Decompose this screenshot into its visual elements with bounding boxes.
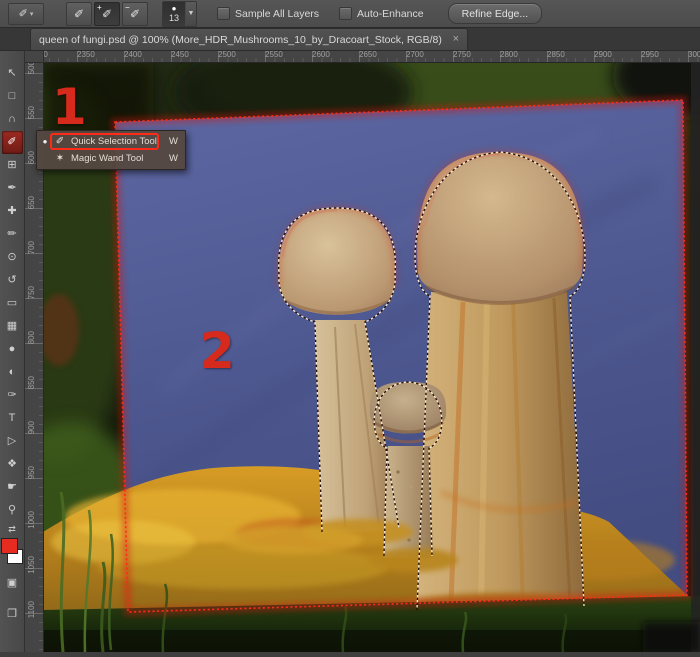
ruler-label: 2700 bbox=[406, 50, 424, 59]
gradient-tool[interactable]: ▦ bbox=[2, 315, 23, 338]
brush-icon: ✐ bbox=[74, 7, 84, 21]
ruler-label: 2750 bbox=[453, 50, 471, 59]
menu-item-shortcut: W bbox=[169, 136, 178, 147]
brush-size-picker[interactable]: ● 13 ▼ bbox=[162, 1, 197, 27]
document-tab-bar: queen of fungi.psd @ 100% (More_HDR_Mush… bbox=[0, 28, 700, 51]
eyedropper-tool[interactable]: ✒ bbox=[2, 177, 23, 200]
clone-stamp-tool[interactable]: ⊙ bbox=[2, 246, 23, 269]
ruler-label: 2800 bbox=[500, 50, 518, 59]
mode-badge: + bbox=[97, 3, 102, 12]
auto-enhance-checkbox[interactable] bbox=[339, 7, 352, 20]
document-title: queen of fungi.psd @ 100% (More_HDR_Mush… bbox=[39, 34, 445, 46]
mushroom-right bbox=[416, 152, 585, 612]
ruler-label: 2900 bbox=[594, 50, 612, 59]
path-selection-tool[interactable]: ▷ bbox=[2, 430, 23, 453]
ruler-label: 600 bbox=[27, 151, 36, 164]
ruler-label: 2550 bbox=[265, 50, 283, 59]
ruler-label: 2950 bbox=[641, 50, 659, 59]
ruler-label: 700 bbox=[27, 241, 36, 254]
tool-flyout-menu: ● ✐ Quick Selection Tool W ✶ Magic Wand … bbox=[36, 130, 186, 170]
rectangular-marquee-tool[interactable]: □ bbox=[2, 85, 23, 108]
menu-item-label: Quick Selection Tool bbox=[71, 136, 165, 147]
subtract-from-selection-button[interactable]: ✐ − bbox=[122, 2, 148, 26]
ruler-label: 2650 bbox=[359, 50, 377, 59]
ruler-label: 750 bbox=[27, 286, 36, 299]
chevron-down-icon: ▾ bbox=[30, 10, 34, 18]
menu-item-magic-wand-tool[interactable]: ✶ Magic Wand Tool W bbox=[37, 150, 185, 167]
menu-item-label: Magic Wand Tool bbox=[71, 153, 165, 164]
quick-selection-tool[interactable]: ✐ bbox=[2, 131, 23, 154]
zoom-tool[interactable]: ⚲ bbox=[2, 499, 23, 522]
horizontal-ruler[interactable]: 2300235024002450250025502600265027002750… bbox=[25, 50, 700, 63]
color-swatches bbox=[1, 538, 23, 564]
brush-dropdown-arrow-icon: ▼ bbox=[185, 2, 196, 26]
custom-shape-tool[interactable]: ❖ bbox=[2, 453, 23, 476]
brush-minus-icon: ✐ bbox=[130, 7, 140, 21]
auto-enhance-label: Auto-Enhance bbox=[357, 8, 424, 20]
sample-all-layers-label: Sample All Layers bbox=[235, 8, 319, 20]
annotation-step-2: 2 bbox=[200, 326, 235, 376]
ruler-label: 550 bbox=[27, 106, 36, 119]
mode-badge: − bbox=[125, 3, 130, 12]
refine-edge-button[interactable]: Refine Edge... bbox=[448, 3, 543, 24]
ruler-label: 2850 bbox=[547, 50, 565, 59]
blur-tool[interactable]: ● bbox=[2, 338, 23, 361]
add-to-selection-button[interactable]: ✐ + bbox=[94, 2, 120, 26]
selected-bullet-icon: ● bbox=[41, 137, 49, 146]
tool-preset-picker[interactable]: ✐ ▾ bbox=[8, 3, 44, 25]
ruler-label: 950 bbox=[27, 466, 36, 479]
ruler-label: 850 bbox=[27, 376, 36, 389]
ruler-label: 500 bbox=[27, 62, 36, 74]
crop-tool[interactable]: ⊞ bbox=[2, 154, 23, 177]
spot-healing-brush-tool[interactable]: ✚ bbox=[2, 200, 23, 223]
screen-mode-button[interactable]: ❐ bbox=[2, 603, 23, 626]
eraser-tool[interactable]: ▭ bbox=[2, 292, 23, 315]
menu-item-shortcut: W bbox=[169, 153, 178, 164]
new-selection-button[interactable]: ✐ bbox=[66, 2, 92, 26]
ruler-label: 2400 bbox=[124, 50, 142, 59]
sample-all-layers-checkbox[interactable] bbox=[217, 7, 230, 20]
ruler-label: 2600 bbox=[312, 50, 330, 59]
ruler-label: 650 bbox=[27, 196, 36, 209]
ruler-label: 800 bbox=[27, 331, 36, 344]
hand-tool[interactable]: ☛ bbox=[2, 476, 23, 499]
foreground-color-swatch[interactable] bbox=[1, 538, 18, 554]
quick-mask-button[interactable]: ▣ bbox=[2, 572, 23, 595]
ruler-label: 2350 bbox=[77, 50, 95, 59]
magic-wand-tool-icon: ✶ bbox=[53, 153, 67, 164]
pen-tool[interactable]: ✑ bbox=[2, 384, 23, 407]
tools-panel: ↖□∩✐⊞✒✚✏⊙↺▭▦●◐✑T▷❖☛⚲⇄ ▣ ❐ bbox=[0, 28, 25, 652]
quick-selection-tool-icon: ✐ bbox=[53, 136, 67, 147]
auto-enhance-option[interactable]: Auto-Enhance bbox=[339, 7, 424, 20]
brush-size-value: 13 bbox=[169, 14, 179, 23]
ruler-label: 1000 bbox=[27, 511, 36, 529]
move-tool[interactable]: ↖ bbox=[2, 62, 23, 85]
ruler-corner bbox=[25, 50, 44, 63]
ruler-label: 2450 bbox=[171, 50, 189, 59]
annotation-step-1: 1 bbox=[52, 82, 87, 132]
close-icon[interactable]: × bbox=[453, 34, 459, 45]
brush-tip-icon: ● bbox=[172, 5, 177, 13]
document-tab[interactable]: queen of fungi.psd @ 100% (More_HDR_Mush… bbox=[30, 28, 468, 50]
quick-selection-brush-icon: ✐ bbox=[19, 7, 28, 20]
sample-all-layers-option[interactable]: Sample All Layers bbox=[217, 7, 319, 20]
history-brush-tool[interactable]: ↺ bbox=[2, 269, 23, 292]
ruler-label: 900 bbox=[27, 421, 36, 434]
ruler-label: 1100 bbox=[27, 601, 36, 618]
lasso-tool[interactable]: ∩ bbox=[2, 108, 23, 131]
ruler-label: 1050 bbox=[27, 556, 36, 574]
options-bar: ✐ ▾ ✐ ✐ + ✐ − ● 13 ▼ Sample All Layers A… bbox=[0, 0, 700, 28]
brush-plus-icon: ✐ bbox=[102, 7, 112, 21]
ruler-label: 3000 bbox=[688, 50, 700, 59]
type-tool[interactable]: T bbox=[2, 407, 23, 430]
ruler-label: 2500 bbox=[218, 50, 236, 59]
swap-colors-icon[interactable]: ⇄ bbox=[8, 522, 16, 536]
dodge-tool[interactable]: ◐ bbox=[2, 361, 23, 384]
brush-tool[interactable]: ✏ bbox=[2, 223, 23, 246]
